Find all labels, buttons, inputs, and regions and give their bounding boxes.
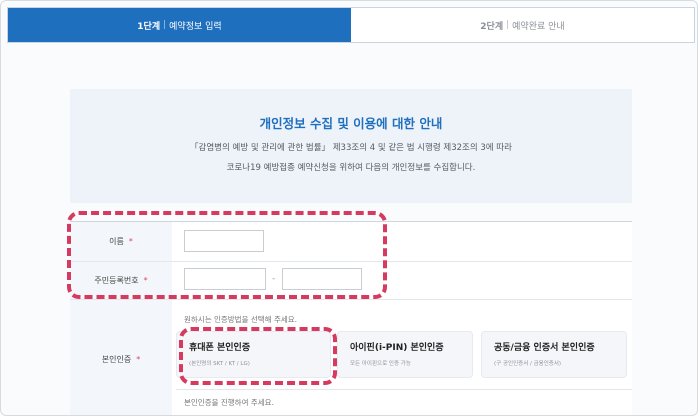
privacy-notice: 개인정보 수집 및 이용에 대한 안내 「감염병의 예방 및 관리에 관한 법률…: [70, 89, 632, 203]
auth-label-cell: 본인인증 *: [70, 300, 172, 415]
step-2-number: 2단계: [480, 21, 504, 32]
ipin-auth-option[interactable]: 아이핀(i-PIN) 본인인증 모든 아이핀으로 인증 가능: [337, 331, 473, 378]
highlight-phone-auth: [179, 327, 337, 385]
auth-required-mark: *: [136, 354, 141, 364]
step-2-label: 예약완료 안내: [512, 21, 565, 32]
step-2-separator: |: [506, 20, 510, 30]
step-1-label: 예약정보 입력: [169, 21, 222, 32]
step-1-number: 1단계: [137, 21, 161, 32]
page-frame: 1단계 | 예약정보 입력 2단계 | 예약완료 안내 개인정보 수집 및 이용…: [0, 0, 698, 416]
notice-title: 개인정보 수집 및 이용에 대한 안내: [259, 116, 443, 131]
notice-line-1: 「감염병의 예방 및 관리에 관한 법률」 제33조의 4 및 같은 법 시행령…: [190, 143, 512, 153]
auth-hint: 원하시는 인증방법을 선택해 주세요.: [184, 315, 298, 324]
step-indicator: 1단계 | 예약정보 입력 2단계 | 예약완료 안내: [7, 7, 695, 43]
auth-footer-hint: 본인인증을 진행하여 주세요.: [184, 398, 274, 407]
auth-label: 본인인증: [101, 354, 132, 364]
notice-line-2: 코로나19 예방접종 예약신청을 위하여 다음의 개인정보를 수집합니다.: [226, 163, 476, 173]
highlight-name-rrn: [67, 211, 387, 299]
certificate-auth-option[interactable]: 공동/금융 인증서 본인인증 (구 공인인증서 / 금융인증서): [481, 331, 627, 378]
step-1: 1단계 | 예약정보 입력: [8, 8, 351, 42]
auth-divider: [176, 389, 632, 390]
ipin-auth-title: 아이핀(i-PIN) 본인인증: [350, 343, 444, 353]
step-2: 2단계 | 예약완료 안내: [351, 8, 694, 42]
ipin-auth-subtitle: 모든 아이핀으로 인증 가능: [350, 361, 411, 367]
certificate-auth-subtitle: (구 공인인증서 / 금융인증서): [494, 361, 562, 367]
step-1-separator: |: [163, 20, 167, 30]
certificate-auth-title: 공동/금융 인증서 본인인증: [494, 343, 595, 353]
